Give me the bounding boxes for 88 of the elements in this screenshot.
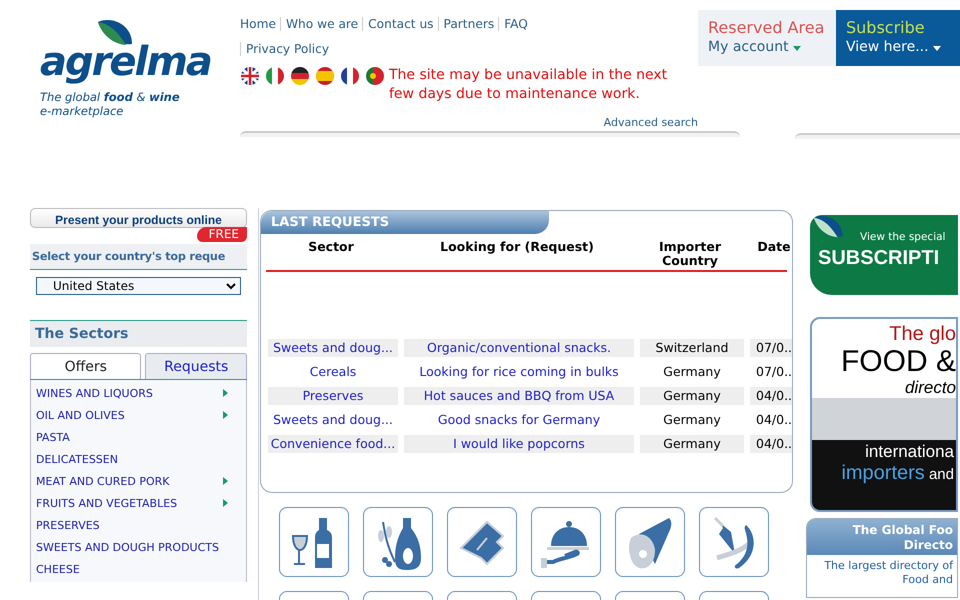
sector-tile[interactable] <box>699 507 769 577</box>
banner-text: internationa <box>865 442 955 462</box>
sector-link[interactable]: WINES AND LIQUORS <box>36 386 153 400</box>
table-cell: Switzerland <box>640 339 744 357</box>
table-cell[interactable]: Sweets and doug... <box>268 411 398 429</box>
nav-link[interactable]: Home <box>240 17 280 31</box>
france-flag-icon[interactable] <box>340 66 360 86</box>
sector-link[interactable]: FRUITS AND VEGETABLES <box>36 496 178 510</box>
sector-tile[interactable] <box>531 507 601 577</box>
nav-link[interactable]: FAQ <box>498 17 532 31</box>
table-cell[interactable]: I would like popcorns <box>404 435 634 453</box>
table-cell: 04/0... <box>750 435 792 453</box>
banner-text: importers and <box>841 462 955 485</box>
column-header: Sector <box>307 238 355 256</box>
nav-link[interactable]: Who we are <box>280 17 362 31</box>
directory-banner[interactable]: The glo FOOD & directo internationa importers and <box>810 317 958 512</box>
nav-link[interactable]: Partners <box>438 17 498 31</box>
banner-caption: View the special <box>860 231 946 243</box>
last-requests-title: LAST REQUESTS <box>261 211 549 234</box>
sector-link[interactable]: SWEETS AND DOUGH PRODUCTS <box>36 540 219 554</box>
sector-link[interactable]: CHEESE <box>36 562 80 576</box>
caret-icon <box>933 46 942 51</box>
country-heading: Select your country's top reque <box>30 244 247 270</box>
subscribe-panel[interactable]: Subscribe View here... <box>836 10 960 66</box>
table-cell-text: Germany <box>662 411 722 429</box>
sector-tab[interactable]: Requests <box>145 353 247 379</box>
table-cell[interactable]: Looking for rice coming in bulks <box>404 363 634 381</box>
reserved-area-title: Reserved Area <box>708 18 826 37</box>
logo-wordmark[interactable]: agrelma <box>40 38 221 86</box>
table-cell-text: Germany <box>662 363 722 381</box>
table-cell[interactable]: Convenience food... <box>268 435 398 453</box>
sector-link[interactable]: MEAT AND CURED PORK <box>36 474 170 488</box>
table-cell[interactable]: Preserves <box>268 387 398 405</box>
column-header: Looking for (Request) <box>439 238 595 256</box>
table-cell[interactable]: Cereals <box>268 363 398 381</box>
nav-link[interactable]: Contact us <box>362 17 438 31</box>
sectors-heading: The Sectors <box>30 320 247 347</box>
table-cell: Germany <box>640 435 744 453</box>
sector-tile[interactable] <box>279 507 349 577</box>
column-header: Date <box>756 238 792 256</box>
promo-banner[interactable]: Present your products online <box>30 208 247 228</box>
directory-box-text: The largest directory of Food and <box>823 558 954 587</box>
submenu-arrow-icon <box>223 499 228 507</box>
table-cell[interactable]: Hot sauces and BBQ from USA <box>404 387 634 405</box>
caret-icon <box>793 46 802 51</box>
table-cell: 07/0... <box>750 339 792 357</box>
table-cell[interactable]: Good snacks for Germany <box>404 411 634 429</box>
chevron-icon <box>226 282 236 290</box>
promo-text: Present your products online <box>55 213 222 227</box>
subscribe-title: Subscribe <box>846 18 926 37</box>
germany-flag-icon[interactable] <box>290 66 310 86</box>
portugal-flag-icon[interactable] <box>365 66 385 86</box>
submenu-arrow-icon <box>223 389 228 397</box>
column-header: Importer Country <box>658 238 722 268</box>
maintenance-notice: The site may be unavailable in the next few days due to maintenance work. <box>389 66 668 104</box>
logo-tagline: The global food & wine e-marketplace <box>40 90 181 118</box>
sector-link[interactable]: OIL AND OLIVES <box>36 408 125 422</box>
sector-tile[interactable] <box>615 507 685 577</box>
banner-headline: SUBSCRIPTI <box>818 247 940 270</box>
table-cell[interactable]: Sweets and doug... <box>268 339 398 357</box>
spain-flag-icon[interactable] <box>315 66 335 86</box>
submenu-arrow-icon <box>223 477 228 485</box>
submenu-arrow-icon <box>223 411 228 419</box>
advanced-search-link[interactable]: Advanced search <box>604 116 698 129</box>
italy-flag-icon[interactable] <box>265 66 285 86</box>
sector-link[interactable]: PASTA <box>36 430 70 444</box>
sector-tab[interactable]: Offers <box>30 353 142 379</box>
sector-link[interactable]: PRESERVES <box>36 518 100 532</box>
nav-link[interactable]: Privacy Policy <box>240 42 334 56</box>
my-account-link[interactable]: My account <box>708 39 836 55</box>
table-cell-text: 04/0... <box>755 411 792 429</box>
table-cell-text: 07/0... <box>755 363 792 381</box>
country-select[interactable]: United States <box>36 277 241 295</box>
banner-text: The glo <box>889 323 956 346</box>
directory-box-title: The Global Foo Directo <box>807 519 957 555</box>
subscription-banner[interactable]: View the special SUBSCRIPTI <box>810 215 958 295</box>
account-panel[interactable]: Reserved Area My account <box>698 10 836 66</box>
table-cell[interactable]: Organic/conventional snacks. <box>404 339 634 357</box>
sector-tile[interactable] <box>447 507 517 577</box>
banner-headline: FOOD & <box>840 346 956 378</box>
uk-flag-icon[interactable] <box>240 66 260 86</box>
free-badge: FREE <box>196 227 247 242</box>
table-cell: 04/0... <box>750 387 792 405</box>
table-cell: Germany <box>640 387 744 405</box>
view-here-link[interactable]: View here... <box>846 39 960 55</box>
banner-text: directo <box>904 378 956 398</box>
sector-tile[interactable] <box>363 507 433 577</box>
sector-link[interactable]: DELICATESSEN <box>36 452 118 466</box>
